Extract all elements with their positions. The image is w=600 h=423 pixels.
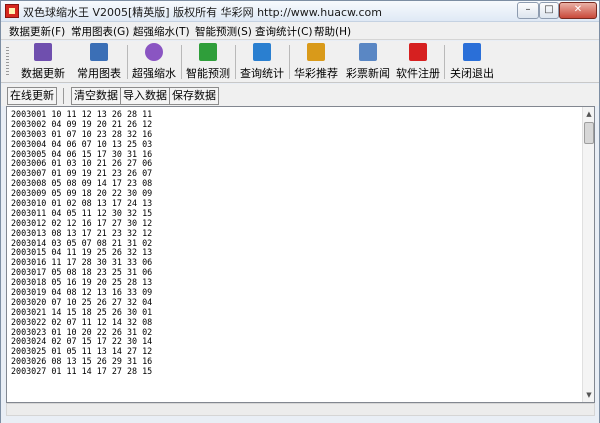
draw-list: 2003001 10 11 12 13 26 28 11 2003002 04 0… [11,109,153,377]
menu-common-charts[interactable]: 常用图表(G) [71,24,129,39]
minimize-button[interactable]: – [517,2,539,19]
menu-smart-predict[interactable]: 智能预测(S) [195,24,252,39]
vertical-scrollbar[interactable]: ▲ ▼ [582,107,594,402]
title-bar[interactable]: 双色球缩水王 V2005[精英版] 版权所有 华彩网 http://www.hu… [1,1,599,22]
import-data-button[interactable]: 导入数据 [120,87,170,105]
clear-data-button[interactable]: 清空数据 [71,87,121,105]
exit-icon [463,43,481,61]
toolbar-query-stats-button[interactable]: 查询统计 [237,43,287,81]
toolbar-grip[interactable] [6,47,9,77]
action-separator [63,88,64,104]
scroll-thumb[interactable] [584,122,594,144]
coins-icon [307,43,325,61]
draw-history-textarea[interactable]: 2003001 10 11 12 13 26 28 11 2003002 04 0… [6,106,595,403]
toolbar-label: 关闭退出 [450,67,494,80]
status-strip [1,416,599,423]
toolbar-separator [127,45,128,79]
toolbar-recommend-button[interactable]: 华彩推荐 [291,43,341,81]
toolbar-smart-predict-button[interactable]: 智能预测 [183,43,233,81]
scroll-up-icon[interactable]: ▲ [584,109,594,119]
window-title: 双色球缩水王 V2005[精英版] 版权所有 华彩网 http://www.hu… [23,6,382,19]
toolbar-label: 数据更新 [21,67,65,80]
toolbar-separator [444,45,445,79]
menu-super-reduce[interactable]: 超强缩水(T) [133,24,190,39]
menu-data-update[interactable]: 数据更新(F) [9,24,65,39]
draw-row: 2003027 01 11 14 17 27 28 15 [11,366,153,377]
toolbar-label: 彩票新闻 [346,67,390,80]
menu-query-stats[interactable]: 查询统计(C) [255,24,313,39]
save-data-button[interactable]: 保存数据 [169,87,219,105]
close-button[interactable]: ✕ [559,2,597,19]
cd-icon [145,43,163,61]
toolbar-super-reduce-button[interactable]: 超强缩水 [129,43,179,81]
menu-bar: 数据更新(F) 常用图表(G) 超强缩水(T) 智能预测(S) 查询统计(C) … [1,22,599,40]
action-bar: 在线更新 清空数据 导入数据 保存数据 [1,84,599,106]
toolbar-separator [289,45,290,79]
toolbar-separator [181,45,182,79]
toolbar-label: 智能预测 [186,67,230,80]
toolbar: 数据更新 常用图表 超强缩水 智能预测 查询统计 华彩推荐 彩票新闻 软件注册 … [1,41,599,83]
robot-icon [199,43,217,61]
books-icon [34,43,52,61]
toolbar-label: 软件注册 [396,67,440,80]
newspaper-icon [359,43,377,61]
chart-grid-icon [90,43,108,61]
app-window: 双色球缩水王 V2005[精英版] 版权所有 华彩网 http://www.hu… [0,0,600,423]
toolbar-label: 华彩推荐 [294,67,338,80]
toolbar-lottery-news-button[interactable]: 彩票新闻 [343,43,393,81]
maximize-button[interactable]: □ [539,2,559,19]
fu-icon [409,43,427,61]
horizontal-scrollbar[interactable] [6,403,595,416]
toolbar-separator [235,45,236,79]
toolbar-exit-button[interactable]: 关闭退出 [446,43,498,81]
toolbar-label: 常用图表 [77,67,121,80]
toolbar-label: 查询统计 [240,67,284,80]
toolbar-label: 超强缩水 [132,67,176,80]
monitor-icon [253,43,271,61]
app-logo-icon [5,4,19,18]
toolbar-data-update-button[interactable]: 数据更新 [18,43,68,81]
toolbar-common-charts-button[interactable]: 常用图表 [74,43,124,81]
scroll-down-icon[interactable]: ▼ [584,390,594,400]
toolbar-register-button[interactable]: 软件注册 [393,43,443,81]
online-update-button[interactable]: 在线更新 [7,87,57,105]
menu-help[interactable]: 帮助(H) [314,24,351,39]
